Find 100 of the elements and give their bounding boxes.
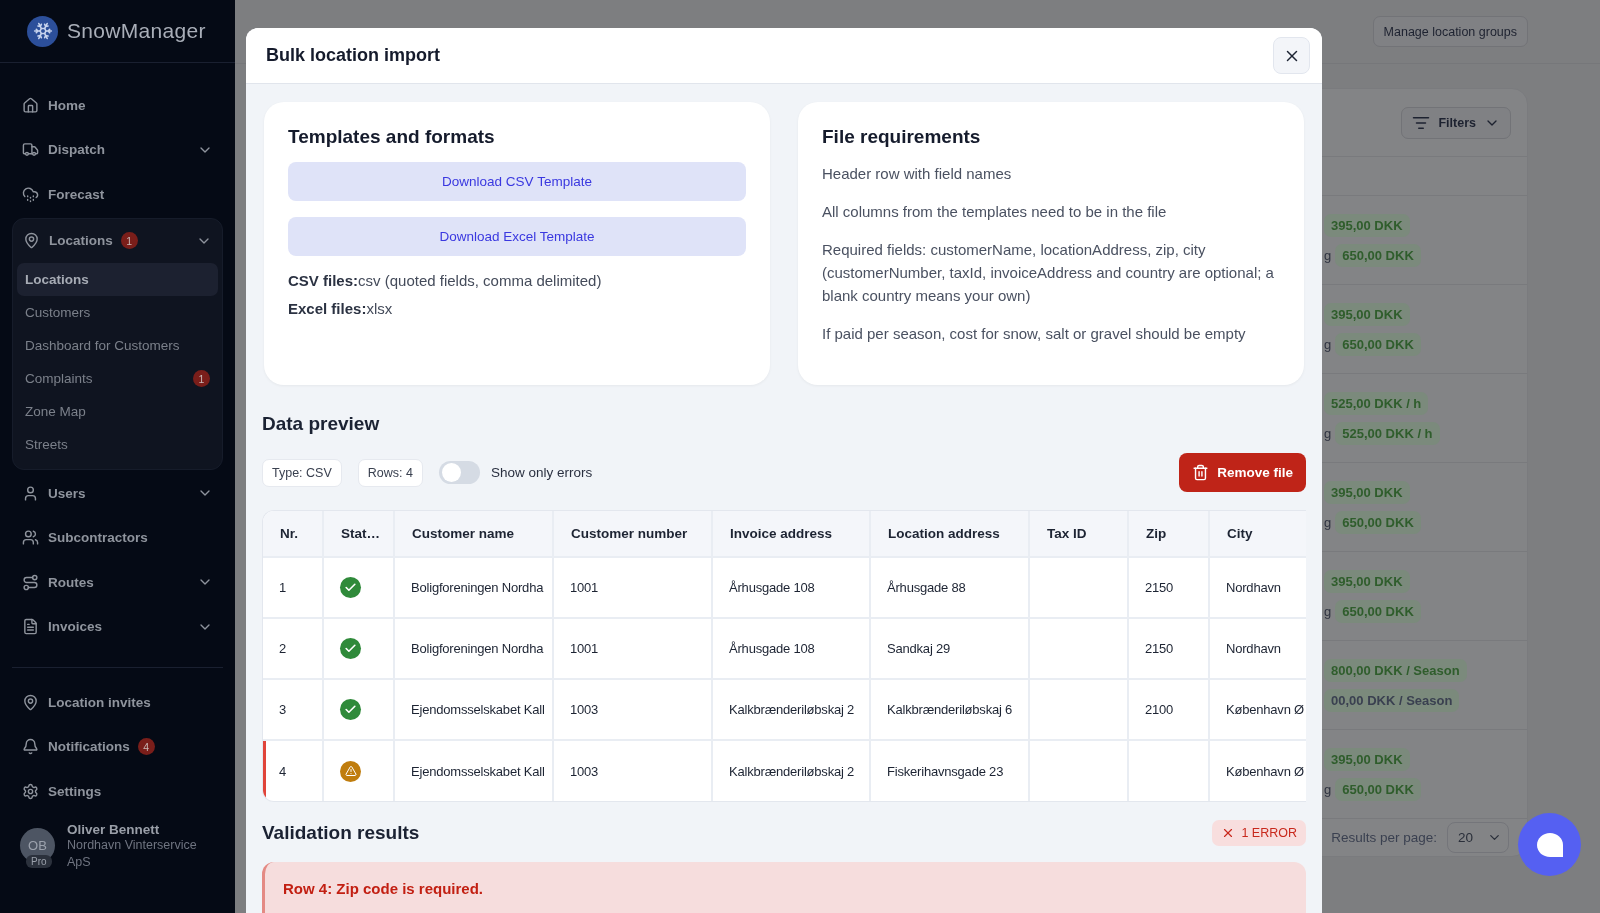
cloud-icon [22,185,39,203]
price-label: g [1324,247,1332,263]
section-title: Validation results [262,822,420,844]
nav-label: Home [48,97,86,113]
nav-item[interactable]: Locations 1 [13,218,222,263]
table-cell: Nordhavn [1209,618,1306,679]
errors-toggle[interactable] [438,461,480,484]
price-tag: 525,00 DKK / h [1335,421,1440,445]
column-header: Zip [1128,511,1209,557]
table-cell: Kalkbrænderiløbskaj 2 [712,679,870,740]
format-line: Excel files:xlsx [288,300,394,317]
map-pin-icon [22,693,39,711]
toggle-label: Show only errors [490,465,593,480]
download-template-button[interactable]: Download CSV Template [288,162,746,201]
nav-subitem[interactable]: Zone Map [17,395,218,428]
nav-subitem[interactable]: Locations [17,263,218,296]
nav-item[interactable]: Users [12,471,223,516]
price-tag: 650,00 DKK [1335,332,1421,356]
route-icon [22,573,39,591]
table-cell: 1001 [553,557,712,618]
nav-item[interactable]: Home [12,83,223,128]
price-label: g [1324,425,1332,441]
close-button[interactable] [1273,37,1310,74]
card-title: File requirements [822,126,982,148]
price-tag: 395,00 DKK [1324,569,1410,593]
user-icon [22,484,39,502]
nav-label: Invoices [48,619,103,635]
table-cell: 1003 [553,679,712,740]
section-title: Data preview [262,413,381,435]
price-tag: 395,00 DKK [1324,747,1410,771]
table-cell: 1003 [553,740,712,801]
table-cell: Ejendomsselskabet Kall [394,740,553,801]
nav-subitem[interactable]: Complaints 1 [17,362,218,395]
table-cell: Kalkbrænderiløbskaj 2 [712,740,870,801]
table-cell: Boligforeningen Nordha [394,618,553,679]
column-header: City [1209,511,1306,557]
download-template-button[interactable]: Download Excel Template [288,217,746,256]
format-line: CSV files:csv (quoted fields, comma delimited) [288,272,603,289]
table-cell: Nordhavn [1209,557,1306,618]
table-cell: 1 [263,557,323,618]
table-cell: Ejendomsselskabet Kall [394,679,553,740]
filters-button[interactable]: Filters [1401,106,1511,139]
error-message: Row 4: Zip code is required. [262,862,1306,913]
dialog-title: Bulk location import [266,45,440,66]
price-label: g [1324,781,1332,797]
requirement-text: All columns from the templates need to be in the file [822,202,1168,222]
price-tag: 650,00 DKK [1335,510,1421,534]
requirement-text: Header row with field names [822,164,1013,184]
column-header: Stat… [323,511,394,557]
table-cell: Århusgade 108 [712,618,870,679]
nav-label: Notifications [48,739,130,755]
price-label: g [1324,514,1332,530]
nav-subitem[interactable]: Streets [17,428,218,461]
price-tag: 395,00 DKK [1324,213,1410,237]
column-header: Customer name [394,511,553,557]
nav-item[interactable]: Invoices [12,604,223,649]
per-page-label: Results per page: [1331,830,1437,845]
document-icon [22,618,39,636]
company-name: Nordhavn Vinterservice ApS [67,836,198,871]
snowflake-logo-icon [27,15,58,47]
price-label: g [1324,603,1332,619]
home-icon [22,96,39,114]
price-tag: 395,00 DKK [1324,302,1410,326]
info-chip: Type: CSV [262,458,342,487]
bell-icon [22,738,39,756]
table-cell: 2150 [1128,618,1209,679]
table-cell: Sandkaj 29 [870,618,1029,679]
nav-subitem[interactable]: Dashboard for Customers [17,329,218,362]
table-cell: København Ø [1209,679,1306,740]
price-tag: 525,00 DKK / h [1324,391,1429,415]
nav-item[interactable]: Settings [12,769,223,814]
price-tag: 00,00 DKK / Season [1324,688,1460,712]
nav-item[interactable]: Dispatch [12,127,223,172]
chat-bubble-icon [1535,831,1564,858]
nav-label: Subcontractors [48,530,148,546]
nav-label: Settings [48,783,102,799]
nav-item[interactable]: Notifications 4 [12,724,223,769]
table-cell: 2 [263,618,323,679]
per-page-select[interactable]: 20 [1447,822,1509,853]
truck-icon [22,141,39,159]
card-title: Templates and formats [288,126,496,148]
nav-item[interactable]: Location invites [12,680,223,725]
error-count-badge: 1 ERROR [1212,820,1306,846]
nav-label: Location invites [48,694,151,710]
count-badge: 1 [193,370,210,387]
nav-subitem[interactable]: Customers [17,296,218,329]
column-header: Invoice address [712,511,870,557]
table-cell: Århusgade 88 [870,557,1029,618]
remove-file-button[interactable]: Remove file [1179,453,1306,492]
count-badge: 4 [137,738,155,756]
price-tag: 800,00 DKK / Season [1324,658,1467,682]
table-cell: Kalkbrænderiløbskaj 6 [870,679,1029,740]
manage-groups-button[interactable]: Manage location groups [1372,16,1528,47]
user-name: Oliver Bennett [67,821,161,837]
price-tag: 650,00 DKK [1335,599,1421,623]
nav-item[interactable]: Subcontractors [12,515,223,560]
table-cell: Århusgade 108 [712,557,870,618]
price-label: g [1324,336,1332,352]
nav-item[interactable]: Forecast [12,172,223,217]
nav-item[interactable]: Routes [12,560,223,605]
